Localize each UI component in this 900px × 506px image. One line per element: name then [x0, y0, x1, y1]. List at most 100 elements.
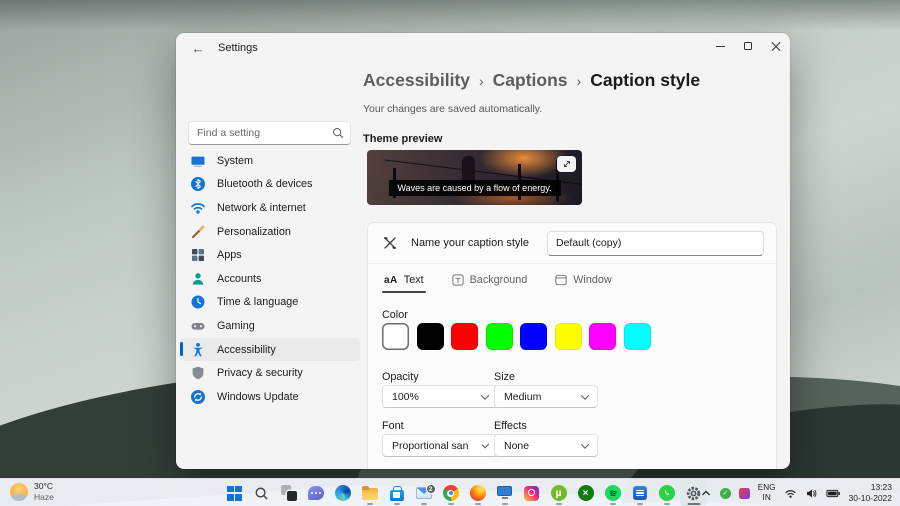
sidebar-item-privacy[interactable]: Privacy & security [180, 361, 360, 385]
chevron-down-icon [581, 440, 589, 448]
swatch-green[interactable] [486, 323, 513, 350]
running-indicator [394, 503, 400, 506]
titlebar[interactable]: ← Settings [176, 33, 790, 63]
speaker-icon [805, 487, 818, 500]
close-button[interactable] [762, 33, 790, 59]
swatch-black[interactable] [417, 323, 444, 350]
search-input[interactable] [197, 127, 332, 139]
task-view-button[interactable] [275, 480, 302, 506]
tray-overflow-button[interactable] [700, 487, 712, 499]
tab-label: Background [470, 274, 528, 286]
update-icon [190, 389, 206, 405]
close-icon [771, 41, 781, 51]
language-indicator[interactable]: ENG IN [758, 483, 776, 504]
breadcrumb-separator: › [479, 73, 484, 89]
swatch-magenta[interactable] [589, 323, 616, 350]
sidebar-item-label: Bluetooth & devices [217, 178, 312, 190]
effects-dropdown[interactable]: None [494, 434, 598, 457]
sidebar-item-gaming[interactable]: Gaming [180, 314, 360, 338]
language-line2: IN [758, 493, 776, 503]
start-button[interactable] [221, 480, 248, 506]
running-indicator [610, 503, 616, 506]
bluetooth-icon [190, 176, 206, 192]
caption-style-card: Name your caption style aA Text Backgrou… [367, 222, 777, 469]
utorrent-button[interactable] [545, 480, 572, 506]
size-value: Medium [504, 391, 541, 403]
tray-photos-button[interactable] [739, 488, 750, 499]
chrome-button[interactable] [437, 480, 464, 506]
minimize-button[interactable] [706, 33, 734, 59]
notes-app-button[interactable] [626, 480, 653, 506]
whatsapp-icon [659, 485, 675, 501]
swatch-yellow[interactable] [555, 323, 582, 350]
taskbar-search-button[interactable] [248, 480, 275, 506]
size-dropdown[interactable]: Medium [494, 385, 598, 408]
sidebar-item-system[interactable]: System [180, 149, 360, 173]
notes-icon [633, 486, 647, 500]
battery-tray-button[interactable] [826, 487, 841, 500]
minimize-icon [716, 46, 725, 47]
swatch-red[interactable] [451, 323, 478, 350]
whatsapp-button[interactable] [653, 480, 680, 506]
sidebar-item-apps[interactable]: Apps [180, 243, 360, 267]
spotify-button[interactable] [599, 480, 626, 506]
breadcrumb-captions[interactable]: Captions [493, 70, 568, 91]
weather-widget[interactable]: 30°C Haze [10, 481, 54, 503]
volume-tray-button[interactable] [805, 487, 818, 500]
sidebar-item-label: Accessibility [217, 344, 276, 356]
caption-style-name-input[interactable] [547, 231, 764, 256]
sidebar-item-accessibility[interactable]: Accessibility [180, 338, 360, 362]
opacity-dropdown[interactable]: 100% [382, 385, 498, 408]
expand-preview-button[interactable] [557, 156, 576, 172]
window-title: Settings [218, 42, 258, 54]
caption-preview-text: Waves are caused by a flow of energy. [388, 180, 560, 196]
sidebar-item-personalization[interactable]: Personalization [180, 220, 360, 244]
swatch-cyan[interactable] [624, 323, 651, 350]
breadcrumb-accessibility[interactable]: Accessibility [363, 70, 470, 91]
store-button[interactable] [383, 480, 410, 506]
sidebar-item-bluetooth[interactable]: Bluetooth & devices [180, 173, 360, 197]
maximize-icon [744, 42, 752, 50]
tab-text[interactable]: aA Text [382, 271, 426, 293]
window-controls [706, 33, 790, 59]
firefox-icon [470, 485, 486, 501]
running-indicator [421, 503, 427, 506]
font-label: Font [382, 420, 404, 432]
swatch-blue[interactable] [520, 323, 547, 350]
file-explorer-button[interactable] [356, 480, 383, 506]
chrome-icon [443, 485, 459, 501]
system-icon [190, 153, 206, 169]
display-app-button[interactable] [491, 480, 518, 506]
sidebar-item-windows-update[interactable]: Windows Update [180, 385, 360, 409]
instagram-icon [524, 486, 539, 501]
firefox-button[interactable] [464, 480, 491, 506]
mail-button[interactable]: 2 [410, 480, 437, 506]
search-box[interactable] [188, 121, 351, 145]
sidebar-item-label: Personalization [217, 226, 291, 238]
running-indicator [502, 503, 508, 506]
sidebar-item-accounts[interactable]: Accounts [180, 267, 360, 291]
tab-window[interactable]: Window [553, 271, 613, 293]
swatch-white[interactable] [382, 323, 409, 350]
back-button[interactable]: ← [186, 39, 210, 57]
chat-button[interactable] [302, 480, 329, 506]
sidebar-item-network[interactable]: Network & internet [180, 196, 360, 220]
sidebar-item-label: System [217, 155, 253, 167]
running-indicator [637, 503, 643, 506]
clock-widget[interactable]: 13:23 30-10-2022 [849, 482, 892, 504]
font-dropdown[interactable]: Proportional sans s... [382, 434, 498, 457]
edge-icon [335, 485, 351, 501]
instagram-button[interactable] [518, 480, 545, 506]
tray-security-button[interactable]: ✓ [720, 488, 731, 499]
edge-button[interactable] [329, 480, 356, 506]
tab-background[interactable]: Background [450, 271, 530, 293]
folder-icon [362, 488, 378, 500]
chevron-up-icon [700, 487, 712, 499]
sidebar-item-label: Privacy & security [217, 367, 303, 379]
network-tray-button[interactable] [784, 487, 797, 500]
maximize-button[interactable] [734, 33, 762, 59]
sidebar-item-time-language[interactable]: Time & language [180, 291, 360, 315]
xbox-icon [578, 485, 594, 501]
sidebar-item-label: Network & internet [217, 202, 306, 214]
xbox-button[interactable] [572, 480, 599, 506]
